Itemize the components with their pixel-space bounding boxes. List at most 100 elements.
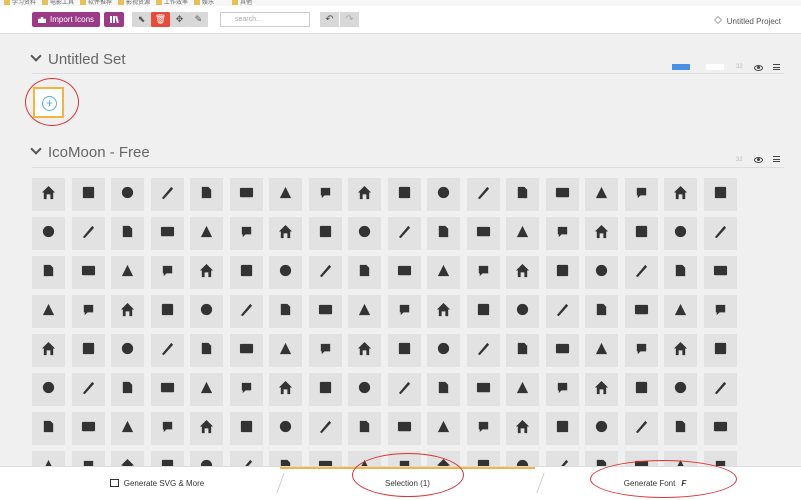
icon-tile[interactable] — [190, 217, 223, 250]
delete-tool-button[interactable]: 🗑 — [151, 12, 170, 27]
icon-tile[interactable] — [229, 412, 263, 445]
select-tool-button[interactable]: ⬉ — [132, 12, 151, 27]
icon-tile[interactable] — [71, 373, 105, 406]
icon-tile[interactable] — [32, 217, 65, 250]
icon-tile[interactable] — [466, 217, 500, 250]
icon-tile[interactable] — [150, 412, 184, 445]
icon-tile[interactable] — [229, 178, 263, 211]
icon-tile[interactable] — [624, 412, 658, 445]
menu-icon[interactable] — [773, 64, 780, 70]
icon-tile[interactable] — [703, 256, 737, 289]
icon-tile[interactable] — [32, 295, 65, 328]
icon-tile[interactable] — [545, 412, 579, 445]
icon-tile[interactable] — [387, 217, 421, 250]
icon-tile[interactable] — [269, 334, 302, 367]
library-button[interactable] — [104, 12, 124, 27]
icon-tile[interactable] — [466, 178, 500, 211]
icon-tile[interactable] — [190, 412, 223, 445]
icon-tile[interactable] — [585, 217, 618, 250]
icon-tile[interactable] — [71, 217, 105, 250]
edit-tool-button[interactable]: ✎ — [189, 12, 208, 27]
icon-tile[interactable] — [190, 295, 223, 328]
menu-icon[interactable] — [773, 156, 780, 162]
icon-tile[interactable] — [427, 412, 460, 445]
icon-tile[interactable] — [466, 295, 500, 328]
icon-tile[interactable] — [664, 295, 697, 328]
icon-tile[interactable] — [308, 334, 342, 367]
icon-tile[interactable] — [466, 256, 500, 289]
icon-tile[interactable] — [585, 178, 618, 211]
icon-tile[interactable] — [111, 373, 144, 406]
icon-tile[interactable] — [150, 178, 184, 211]
icon-tile[interactable] — [269, 217, 302, 250]
icon-tile[interactable] — [308, 373, 342, 406]
icon-tile[interactable] — [506, 334, 539, 367]
icon-tile[interactable] — [387, 334, 421, 367]
icon-tile[interactable] — [71, 295, 105, 328]
project-menu[interactable]: Untitled Project — [713, 16, 781, 26]
icon-tile[interactable] — [269, 178, 302, 211]
icon-tile[interactable] — [150, 295, 184, 328]
undo-button[interactable]: ↶ — [320, 12, 339, 27]
icon-tile[interactable] — [664, 178, 697, 211]
icon-tile[interactable] — [703, 178, 737, 211]
icon-tile[interactable] — [427, 295, 460, 328]
icon-tile[interactable] — [624, 334, 658, 367]
icon-tile[interactable] — [545, 295, 579, 328]
icon-tile[interactable] — [466, 412, 500, 445]
icon-tile[interactable] — [150, 334, 184, 367]
redo-button[interactable]: ↷ — [340, 12, 359, 27]
icon-tile[interactable] — [32, 334, 65, 367]
icon-tile[interactable] — [466, 334, 500, 367]
icon-tile[interactable] — [269, 373, 302, 406]
icon-tile[interactable] — [269, 256, 302, 289]
icon-tile[interactable] — [703, 295, 737, 328]
icon-tile[interactable] — [427, 217, 460, 250]
icon-tile[interactable] — [229, 256, 263, 289]
color-swatch-white[interactable] — [706, 64, 724, 70]
icon-tile[interactable] — [269, 295, 302, 328]
icon-tile[interactable] — [308, 412, 342, 445]
eye-icon[interactable] — [754, 65, 763, 71]
icon-tile[interactable] — [348, 373, 381, 406]
color-swatch-blue[interactable] — [672, 64, 690, 70]
icon-tile[interactable] — [664, 373, 697, 406]
icon-tile[interactable] — [308, 178, 342, 211]
icon-tile[interactable] — [664, 256, 697, 289]
icon-tile[interactable] — [703, 373, 737, 406]
icon-tile[interactable] — [71, 178, 105, 211]
icon-tile[interactable] — [624, 178, 658, 211]
icon-tile[interactable] — [71, 256, 105, 289]
icon-tile[interactable] — [664, 334, 697, 367]
icon-tile[interactable] — [111, 178, 144, 211]
icon-tile[interactable] — [348, 412, 381, 445]
set-header-icomoon[interactable]: IcoMoon - Free — [30, 143, 150, 161]
icon-tile[interactable] — [308, 217, 342, 250]
generate-svg-button[interactable]: Generate SVG & More — [32, 467, 282, 500]
icon-tile[interactable] — [466, 373, 500, 406]
icon-tile[interactable] — [545, 178, 579, 211]
icon-tile[interactable] — [585, 295, 618, 328]
icon-tile[interactable] — [387, 295, 421, 328]
icon-tile[interactable] — [506, 295, 539, 328]
icon-tile[interactable] — [664, 217, 697, 250]
icon-tile[interactable] — [269, 412, 302, 445]
icon-tile[interactable] — [32, 373, 65, 406]
icon-tile[interactable] — [190, 334, 223, 367]
icon-tile[interactable] — [624, 217, 658, 250]
icon-tile[interactable] — [545, 373, 579, 406]
icon-tile[interactable] — [308, 256, 342, 289]
icon-tile[interactable] — [506, 217, 539, 250]
icon-tile[interactable] — [32, 178, 65, 211]
icon-tile[interactable] — [703, 334, 737, 367]
icon-tile[interactable] — [585, 412, 618, 445]
icon-tile[interactable] — [229, 295, 263, 328]
icon-tile[interactable] — [111, 412, 144, 445]
icon-tile[interactable] — [703, 412, 737, 445]
icon-tile[interactable] — [387, 373, 421, 406]
icon-tile[interactable] — [545, 256, 579, 289]
move-tool-button[interactable]: ✥ — [170, 12, 189, 27]
icon-tile[interactable] — [348, 256, 381, 289]
icon-tile[interactable] — [111, 256, 144, 289]
icon-tile[interactable] — [190, 256, 223, 289]
